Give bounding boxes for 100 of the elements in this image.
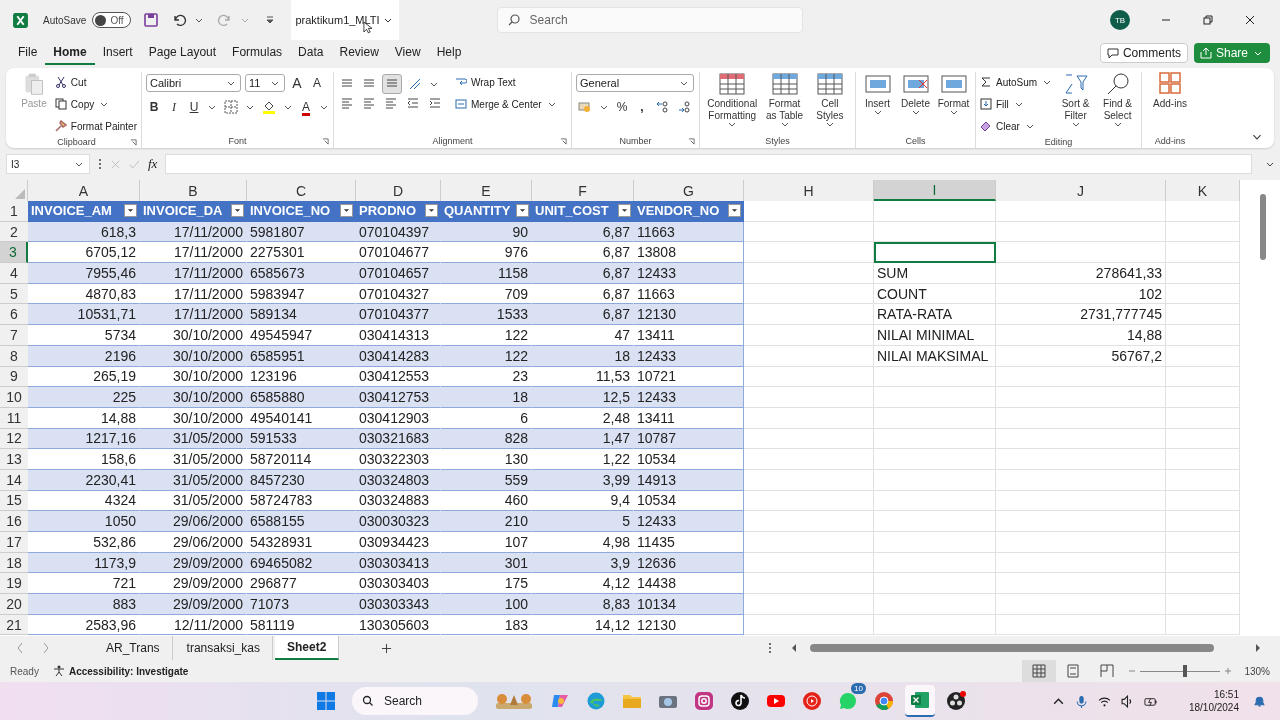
empty-cell[interactable]: [874, 201, 996, 222]
search-field[interactable]: Search: [496, 7, 803, 33]
row-header[interactable]: 8: [0, 345, 28, 367]
widget-icon[interactable]: [494, 691, 534, 711]
zoom-in-icon[interactable]: [1224, 667, 1233, 675]
clear-button[interactable]: Clear: [980, 116, 1054, 136]
empty-cell[interactable]: [996, 594, 1166, 615]
filter-button[interactable]: [516, 204, 529, 218]
cells-button[interactable]: Delete: [898, 72, 933, 115]
name-box[interactable]: I3: [6, 154, 90, 174]
autosave-toggle[interactable]: Off: [92, 12, 131, 28]
filter-button[interactable]: [231, 204, 244, 218]
empty-cell[interactable]: [874, 552, 996, 574]
taskbar-search[interactable]: Search: [352, 687, 478, 715]
column-header[interactable]: I: [874, 180, 996, 201]
empty-cell[interactable]: [996, 469, 1166, 491]
zoom-slider-thumb[interactable]: [1183, 665, 1188, 677]
find-select-button[interactable]: Find & Select: [1098, 72, 1137, 127]
empty-cell[interactable]: [874, 449, 996, 470]
style-button[interactable]: Format as Table: [763, 72, 806, 127]
empty-cell[interactable]: [874, 594, 996, 615]
launcher-icon[interactable]: [322, 137, 329, 145]
row-header[interactable]: 7: [0, 325, 28, 346]
comments-button[interactable]: Comments: [1099, 43, 1188, 63]
cancel-icon[interactable]: [110, 158, 121, 170]
close-icon[interactable]: [1244, 14, 1256, 26]
chat-bubble-icon[interactable]: [838, 691, 858, 711]
borders-icon[interactable]: [222, 98, 240, 116]
row-header[interactable]: 1: [0, 201, 28, 222]
empty-cell[interactable]: [996, 573, 1166, 595]
file-name-tab[interactable]: praktikum1_MLTI: [290, 0, 399, 40]
caret-icon[interactable]: [194, 17, 203, 23]
empty-cell[interactable]: [744, 283, 874, 305]
menu-tab[interactable]: Help: [428, 41, 470, 65]
filter-button[interactable]: [340, 204, 353, 218]
empty-cell[interactable]: [874, 490, 996, 512]
empty-cell[interactable]: [874, 366, 996, 388]
restore-icon[interactable]: [1202, 14, 1214, 26]
font-color-button[interactable]: A: [298, 98, 314, 116]
color-wheel-icon[interactable]: [874, 691, 894, 711]
insert-function-button[interactable]: fx: [148, 156, 158, 172]
caret-icon[interactable]: [430, 81, 438, 87]
empty-cell[interactable]: [744, 449, 874, 470]
cells-button[interactable]: Insert: [860, 72, 895, 115]
caret-icon[interactable]: [320, 104, 328, 110]
previous-sheet-icon[interactable]: [16, 642, 24, 654]
horizontal-scrollbar[interactable]: [810, 644, 1214, 652]
more-icon[interactable]: [768, 642, 772, 654]
file-name[interactable]: praktikum1_MLTI: [295, 14, 380, 26]
scroll-left-icon[interactable]: [790, 642, 798, 654]
normal-view-icon[interactable]: [1022, 660, 1057, 682]
empty-cell[interactable]: [996, 449, 1166, 470]
customize-icon[interactable]: [264, 15, 275, 25]
row-header[interactable]: 20: [0, 594, 28, 615]
row-header[interactable]: 2: [0, 221, 28, 243]
browser-icon[interactable]: [586, 691, 606, 711]
align-icon[interactable]: [382, 74, 402, 94]
accessibility-button[interactable]: Accessibility: Investigate: [52, 665, 189, 677]
caret-icon[interactable]: [246, 104, 254, 110]
number-format-dropdown[interactable]: General: [576, 74, 694, 92]
row-header[interactable]: 21: [0, 614, 28, 636]
empty-cell[interactable]: [874, 428, 996, 450]
row-header[interactable]: 9: [0, 366, 28, 388]
selected-cell[interactable]: [874, 242, 996, 264]
scrollbar-thumb[interactable]: [1260, 194, 1266, 260]
empty-cell[interactable]: [874, 407, 996, 429]
empty-cell[interactable]: [996, 614, 1166, 636]
menu-tab[interactable]: Insert: [94, 41, 141, 65]
cells-button[interactable]: Format: [936, 72, 971, 115]
empty-cell[interactable]: [744, 490, 874, 512]
empty-cell[interactable]: [996, 428, 1166, 450]
row-header[interactable]: 19: [0, 573, 28, 595]
empty-cell[interactable]: [874, 511, 996, 532]
filter-button[interactable]: [618, 204, 631, 218]
launcher-icon[interactable]: [688, 137, 695, 145]
microphone-icon[interactable]: [1074, 694, 1088, 708]
formula-input[interactable]: [165, 154, 1252, 174]
cut-button[interactable]: Cut: [54, 72, 137, 92]
menu-tab[interactable]: Data: [290, 41, 332, 65]
format-painter-button[interactable]: Format Painter: [54, 116, 137, 136]
row-header[interactable]: 4: [0, 263, 28, 284]
expand-icon[interactable]: [1266, 161, 1274, 167]
row-header[interactable]: 16: [0, 511, 28, 532]
empty-cell[interactable]: [996, 532, 1166, 553]
caret-icon[interactable]: [208, 104, 216, 110]
enter-icon[interactable]: [129, 158, 140, 170]
empty-cell[interactable]: [996, 511, 1166, 532]
avatar[interactable]: TB: [1110, 10, 1130, 30]
add-ins-button[interactable]: Add-ins: [1146, 72, 1194, 110]
underline-button[interactable]: U: [186, 98, 202, 116]
menu-tab[interactable]: Review: [331, 41, 387, 65]
filter-button[interactable]: [425, 204, 438, 218]
add-sheet-icon[interactable]: [381, 642, 393, 654]
empty-cell[interactable]: [996, 552, 1166, 574]
row-header[interactable]: 5: [0, 283, 28, 305]
sheet-tab[interactable]: Sheet2: [274, 636, 340, 660]
zoom-out-icon[interactable]: [1128, 667, 1137, 675]
notification-bell-icon[interactable]: [1253, 694, 1266, 708]
more-icon[interactable]: [98, 158, 102, 170]
shrink-font-button[interactable]: A: [309, 74, 325, 92]
